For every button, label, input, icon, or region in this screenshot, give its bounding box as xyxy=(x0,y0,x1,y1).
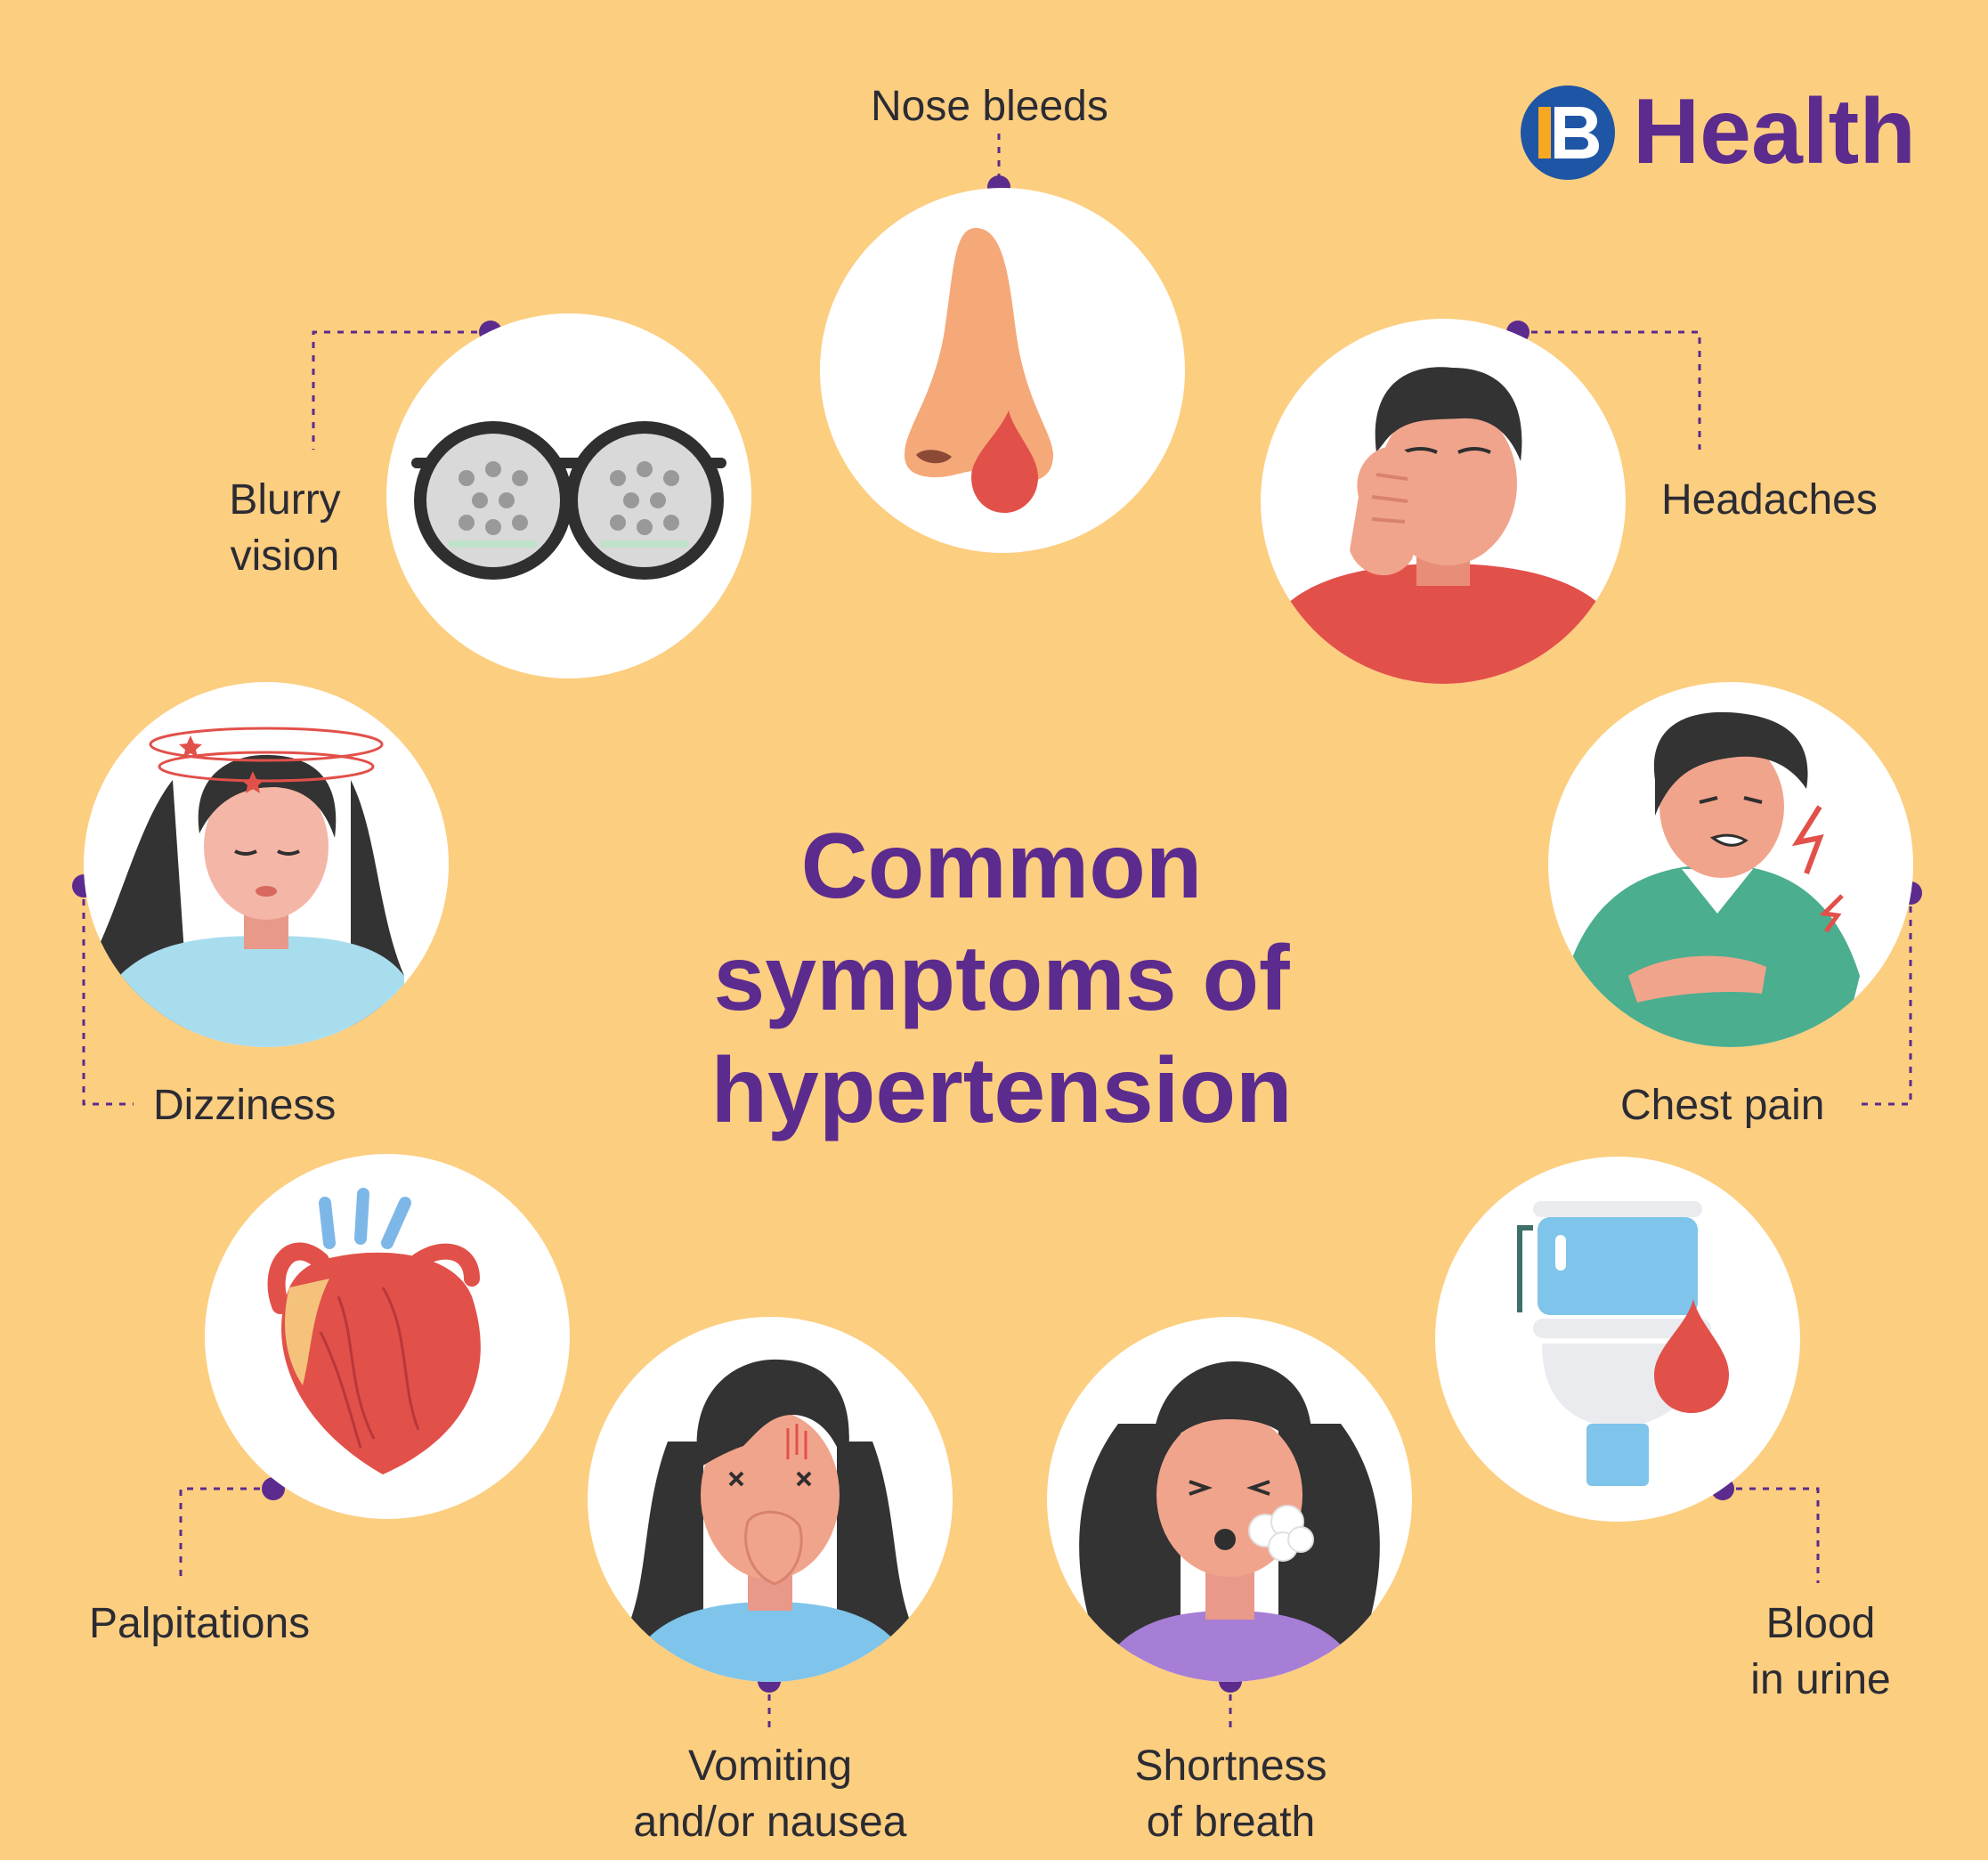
nose-bleed-icon xyxy=(905,228,1053,513)
symptom-circle-dizziness xyxy=(84,682,449,1047)
title-line: Common xyxy=(800,815,1203,918)
title-line: symptoms of xyxy=(713,927,1290,1030)
symptom-circle-blood-urine xyxy=(1435,1157,1800,1522)
symptom-circle-blurry-vision xyxy=(386,313,751,678)
label-line: Blood xyxy=(1765,1600,1876,1647)
infographic: Nose bleeds Blurry vision Headaches Dizz… xyxy=(0,0,1988,1860)
chest-pain-person-icon xyxy=(1566,711,1860,1047)
toilet-blood-icon xyxy=(1517,1201,1729,1486)
logo-mark-icon xyxy=(1521,85,1615,180)
page-title: Common symptoms of hypertension xyxy=(552,810,1451,1147)
blurry-glasses-icon xyxy=(411,421,726,580)
symptom-circle-chest-pain xyxy=(1548,682,1913,1047)
label-dizziness: Dizziness xyxy=(153,1082,337,1129)
title-line: hypertension xyxy=(710,1039,1293,1142)
label-blurry-vision: Blurry vision xyxy=(218,472,352,584)
symptom-circle-shortness xyxy=(1047,1317,1412,1682)
heart-icon xyxy=(267,1188,481,1474)
label-headaches: Headaches xyxy=(1661,476,1878,524)
label-vomiting: Vomiting and/or nausea xyxy=(596,1738,944,1850)
label-chest-pain: Chest pain xyxy=(1620,1082,1825,1129)
label-line: and/or nausea xyxy=(633,1799,907,1846)
logo-text: Health xyxy=(1633,80,1916,183)
label-line: in urine xyxy=(1750,1656,1891,1703)
label-line: of breath xyxy=(1146,1799,1316,1846)
label-line: Shortness xyxy=(1134,1742,1327,1790)
headache-person-icon xyxy=(1287,367,1599,684)
label-blood-urine: Blood in urine xyxy=(1718,1596,1923,1708)
label-line: Blurry xyxy=(229,476,341,524)
label-palpitations: Palpitations xyxy=(89,1600,311,1647)
label-line: Vomiting xyxy=(687,1742,853,1790)
symptom-circle-nose-bleeds xyxy=(820,188,1185,553)
dizzy-woman-icon xyxy=(84,727,404,1047)
symptom-circle-palpitations xyxy=(205,1154,570,1519)
label-nose-bleeds: Nose bleeds xyxy=(871,83,1108,130)
label-shortness: Shortness of breath xyxy=(1086,1738,1375,1850)
breathless-woman-icon xyxy=(1079,1361,1380,1682)
label-line: vision xyxy=(230,532,340,580)
nauseous-woman-icon xyxy=(623,1359,917,1682)
symptom-circle-vomiting xyxy=(588,1317,953,1682)
symptom-circle-headaches xyxy=(1261,319,1626,684)
